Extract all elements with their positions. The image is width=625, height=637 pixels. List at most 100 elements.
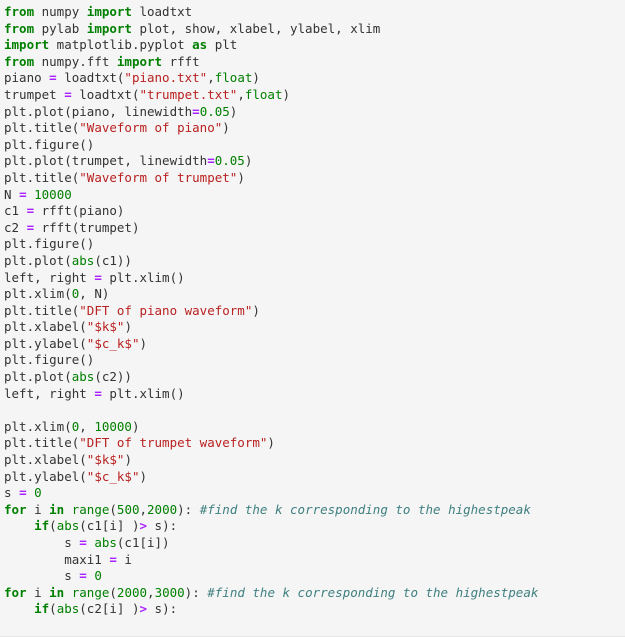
code-line: plt.ylabel("$c_k$") (4, 336, 625, 353)
builtin-token: range (71, 584, 110, 600)
code-text: ) (222, 120, 230, 136)
code-line: s = abs(c1[i]) (4, 535, 625, 552)
code-text: ) (131, 418, 140, 434)
code-text: plt.xlim( (4, 418, 72, 434)
code-line: for i in range(500,2000): #find the k co… (4, 502, 625, 519)
operator-token: > (139, 518, 148, 534)
code-text: plt.title( (4, 169, 80, 185)
code-line: if(abs(c1[i] )> s): (4, 518, 625, 535)
code-text: plt.title( (4, 120, 80, 136)
builtin-token: abs (56, 601, 80, 617)
code-line: plt.xlim(0, 10000) (4, 419, 625, 436)
code-text: plt.title( (4, 435, 80, 451)
code-text: plt.xlim( (4, 286, 72, 302)
code-text: , (207, 70, 215, 86)
operator-token: = (94, 269, 102, 285)
code-text: ): (184, 584, 208, 600)
code-text: , (237, 86, 245, 102)
string-token: "$k$" (86, 452, 125, 468)
operator-token: = (19, 186, 27, 202)
keyword-token: import (4, 37, 50, 53)
code-text: numpy.fft (34, 53, 117, 69)
code-text: i (26, 584, 50, 600)
code-text: ) (244, 153, 253, 169)
code-line: import matplotlib.pyplot as plt (4, 37, 625, 54)
operator-token: = (79, 535, 87, 550)
string-token: "Waveform of trumpet" (79, 169, 238, 185)
keyword-token: from (4, 20, 35, 36)
operator-token: = (19, 485, 27, 501)
code-text: (c1[i] ) (79, 518, 140, 534)
keyword-token: if (34, 601, 50, 617)
code-line: plt.ylabel("$c_k$") (4, 469, 625, 486)
keyword-token: from (4, 53, 35, 69)
code-line: c1 = rfft(piano) (4, 203, 625, 220)
operator-token: = (109, 551, 117, 567)
keyword-token: import (86, 20, 132, 36)
code-text: (c1)) (94, 252, 132, 268)
code-line: plt.figure() (4, 236, 625, 253)
code-line: plt.figure() (4, 137, 625, 154)
string-token: "$c_k$" (86, 468, 140, 484)
code-line: N = 10000 (4, 187, 625, 204)
number-token: 0.05 (199, 103, 230, 119)
keyword-token: in (49, 584, 65, 600)
code-text: ) (252, 302, 260, 318)
code-text: plt.plot( (4, 369, 72, 385)
code-line: plt.title("DFT of piano waveform") (4, 303, 625, 320)
code-editor[interactable]: from numpy import loadtxt from pylab impo… (4, 4, 625, 618)
number-token: 0 (94, 568, 102, 584)
number-token: 0.05 (214, 153, 245, 169)
code-text: plt.title( (4, 302, 80, 318)
keyword-token: in (49, 501, 65, 517)
code-line: plt.plot(piano, linewidth=0.05) (4, 104, 625, 121)
code-line: left, right = plt.xlim() (4, 386, 625, 403)
code-text: s (4, 535, 80, 550)
builtin-token: abs (71, 369, 95, 385)
code-line: s = 0 (4, 568, 625, 585)
operator-token: = (64, 86, 72, 102)
keyword-token: if (34, 518, 50, 534)
string-token: "$c_k$" (86, 335, 140, 351)
operator-token: = (207, 153, 215, 169)
number-token: 500 (116, 501, 140, 517)
keyword-token: import (86, 4, 132, 19)
code-line: for i in range(2000,3000): #find the k c… (4, 585, 625, 602)
code-text: ) (139, 468, 148, 484)
code-text: ( (109, 501, 117, 517)
code-line: s = 0 (4, 485, 625, 502)
code-text: loadtxt( (56, 70, 125, 86)
number-token: 3000 (154, 584, 185, 600)
operator-token: = (49, 70, 57, 86)
code-text: (c1[i]) (116, 535, 170, 550)
operator-token: = (79, 568, 87, 584)
code-cell[interactable]: from numpy import loadtxt from pylab impo… (0, 0, 625, 637)
builtin-token: abs (56, 518, 80, 534)
number-token: 2000 (116, 584, 148, 600)
string-token: "Waveform of piano" (79, 120, 223, 136)
comment-token: #find the k corresponding to the highest… (199, 501, 531, 517)
code-line: from numpy import loadtxt (4, 4, 625, 21)
code-text: plt.xlim() (101, 269, 185, 285)
keyword-token: from (4, 4, 35, 19)
code-text: s (4, 568, 80, 584)
builtin-token: float (244, 86, 283, 102)
code-line: maxi1 = i (4, 552, 625, 569)
string-token: "$k$" (86, 319, 125, 335)
operator-token: = (192, 103, 200, 119)
code-text: loadtxt (131, 4, 193, 19)
number-token: 2000 (147, 501, 178, 517)
code-line: plt.xlabel("$k$") (4, 452, 625, 469)
operator-token: = (26, 219, 35, 235)
code-text: plot, show, xlabel, ylabel, xlim (131, 20, 381, 36)
builtin-token: abs (94, 535, 117, 550)
code-text: plt.plot( (4, 252, 72, 268)
number-token: 10000 (34, 186, 72, 202)
code-line: plt.title("DFT of trumpet waveform") (4, 435, 625, 452)
string-token: "trumpet.txt" (139, 86, 238, 102)
